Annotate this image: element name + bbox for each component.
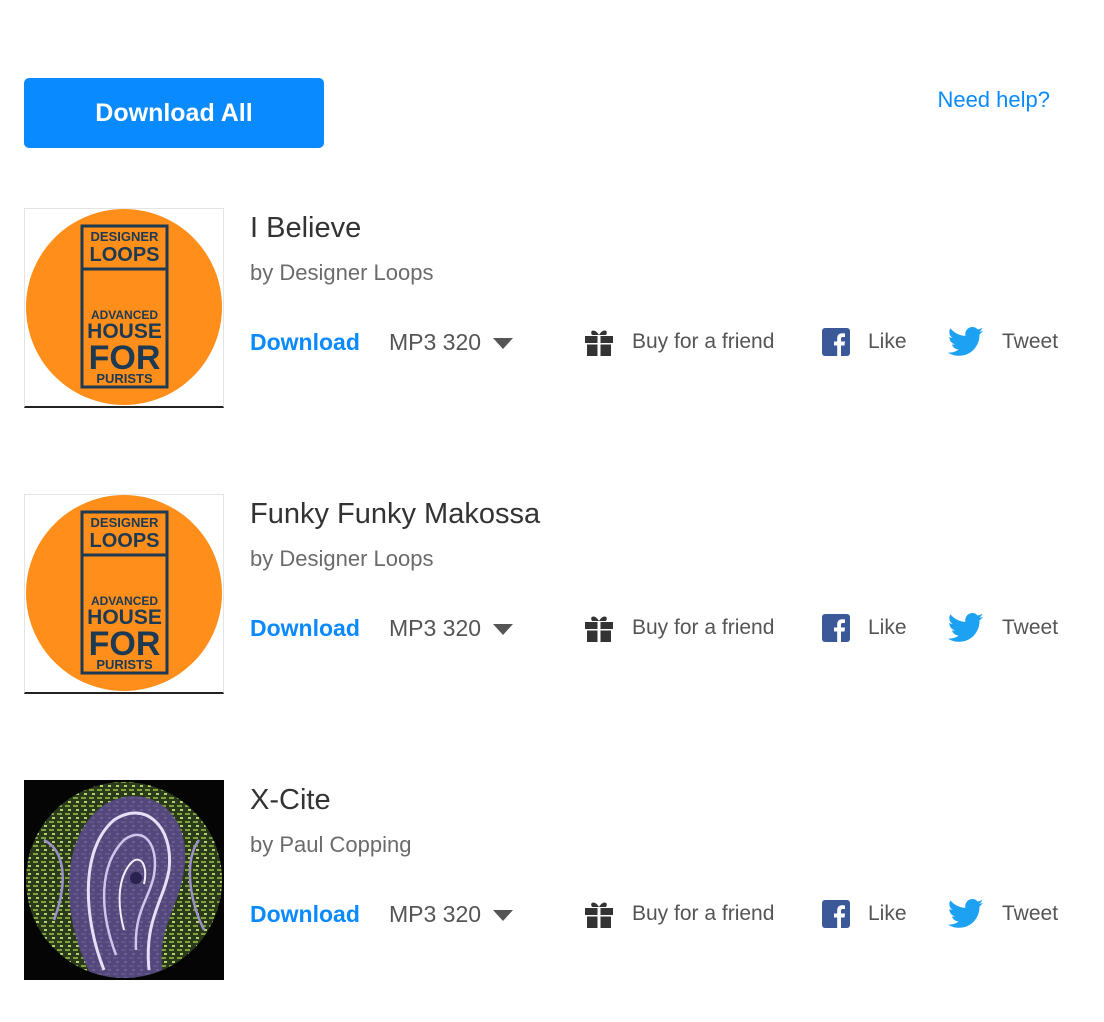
format-value: MP3 320 [389, 329, 482, 355]
track-artist: by Designer Loops [250, 546, 434, 571]
abstract-face-cover-art [24, 780, 224, 980]
track-title: Funky Funky Makossa [250, 498, 541, 530]
buy-for-friend-button[interactable]: Buy for a friend [584, 322, 774, 362]
track-item: DESIGNER LOOPS ADVANCED HOUSE FOR PURIST… [24, 494, 1084, 694]
facebook-icon [822, 900, 850, 928]
like-label: Like [868, 330, 907, 353]
like-button[interactable]: Like [822, 894, 907, 934]
like-label: Like [868, 902, 907, 925]
tweet-label: Tweet [1002, 902, 1059, 925]
need-help-link[interactable]: Need help? [937, 87, 1050, 113]
svg-text:DESIGNER: DESIGNER [91, 229, 160, 244]
album-cover[interactable]: DESIGNER LOOPS ADVANCED HOUSE FOR PURIST… [24, 494, 224, 694]
format-value: MP3 320 [389, 615, 482, 641]
designer-loops-cover-art: DESIGNER LOOPS ADVANCED HOUSE FOR PURIST… [26, 495, 222, 691]
designer-loops-cover-art: DESIGNER LOOPS ADVANCED HOUSE FOR PURIST… [26, 209, 222, 405]
track-item: X-Cite by Paul Copping Download MP3 320 … [24, 780, 1084, 980]
buy-for-friend-label: Buy for a friend [632, 330, 775, 353]
twitter-bird-icon [948, 327, 984, 357]
caret-down-icon [493, 910, 514, 921]
download-all-button[interactable]: Download All [24, 78, 324, 148]
format-value: MP3 320 [389, 901, 482, 927]
buy-for-friend-button[interactable]: Buy for a friend [584, 608, 774, 648]
download-link[interactable]: Download [250, 901, 360, 928]
buy-for-friend-button[interactable]: Buy for a friend [584, 894, 774, 934]
buy-for-friend-label: Buy for a friend [632, 616, 775, 639]
like-button[interactable]: Like [822, 322, 907, 362]
track-item: DESIGNER LOOPS ADVANCED HOUSE FOR PURIST… [24, 208, 1084, 408]
tweet-button[interactable]: Tweet [948, 322, 1058, 362]
download-link[interactable]: Download [250, 615, 360, 642]
track-artist: by Paul Copping [250, 832, 412, 857]
svg-text:PURISTS: PURISTS [96, 657, 153, 672]
caret-down-icon [493, 338, 514, 349]
track-artist: by Designer Loops [250, 260, 434, 285]
tweet-button[interactable]: Tweet [948, 608, 1058, 648]
format-select[interactable]: MP3 320 [389, 329, 514, 356]
gift-icon [584, 327, 614, 357]
caret-down-icon [493, 624, 514, 635]
svg-text:LOOPS: LOOPS [89, 244, 159, 266]
facebook-icon [822, 328, 850, 356]
twitter-bird-icon [948, 613, 984, 643]
download-link[interactable]: Download [250, 329, 360, 356]
tweet-label: Tweet [1002, 616, 1059, 639]
album-cover[interactable]: DESIGNER LOOPS ADVANCED HOUSE FOR PURIST… [24, 208, 224, 408]
svg-text:DESIGNER: DESIGNER [91, 515, 160, 530]
format-select[interactable]: MP3 320 [389, 901, 514, 928]
twitter-bird-icon [948, 899, 984, 929]
svg-text:PURISTS: PURISTS [96, 371, 153, 386]
tweet-button[interactable]: Tweet [948, 894, 1058, 934]
facebook-icon [822, 614, 850, 642]
album-cover[interactable] [24, 780, 224, 980]
format-select[interactable]: MP3 320 [389, 615, 514, 642]
like-label: Like [868, 616, 907, 639]
track-title: X-Cite [250, 784, 331, 816]
like-button[interactable]: Like [822, 608, 907, 648]
track-title: I Believe [250, 212, 362, 244]
buy-for-friend-label: Buy for a friend [632, 902, 775, 925]
gift-icon [584, 613, 614, 643]
tweet-label: Tweet [1002, 330, 1059, 353]
gift-icon [584, 899, 614, 929]
top-bar: Download All Need help? [24, 78, 1080, 148]
svg-text:LOOPS: LOOPS [89, 530, 159, 552]
